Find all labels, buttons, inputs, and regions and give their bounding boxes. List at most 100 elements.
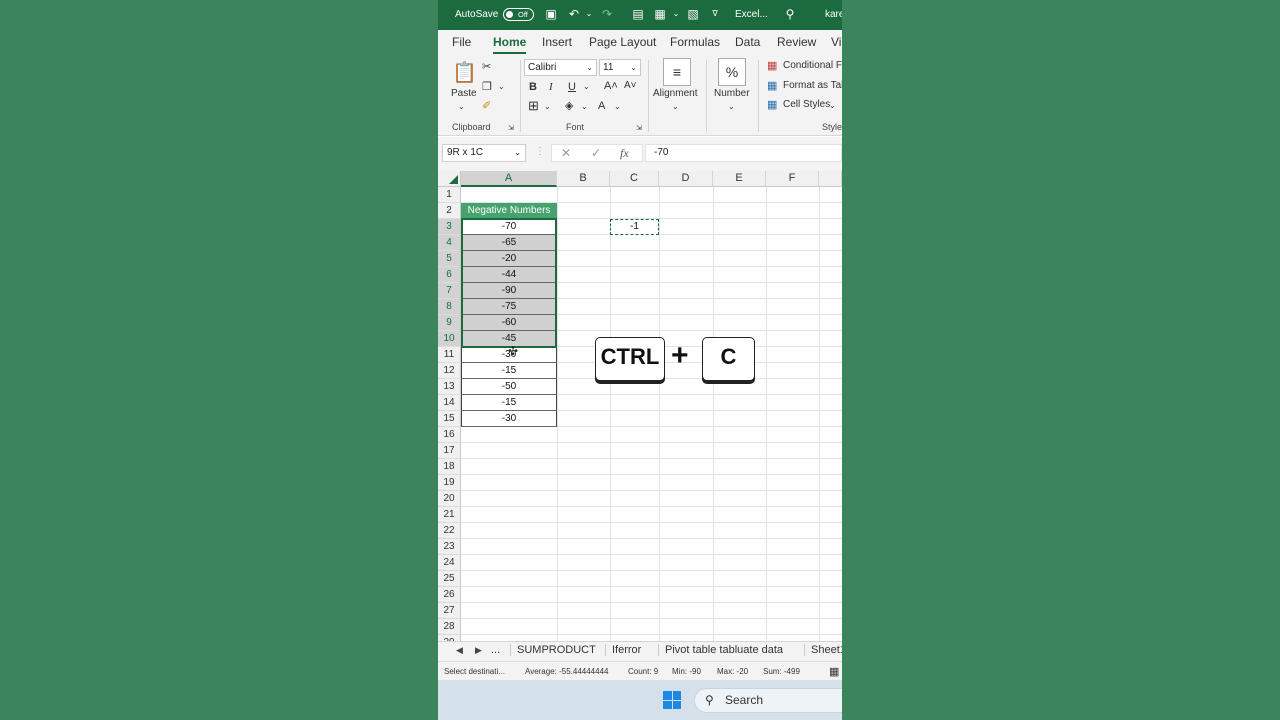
- user-name[interactable]: kare: [825, 9, 842, 20]
- alignment-icon[interactable]: ≡: [663, 58, 691, 86]
- fill-color-dropdown-icon[interactable]: ⌄: [581, 100, 588, 114]
- table-cell[interactable]: -30: [461, 411, 557, 427]
- borders-dropdown-icon[interactable]: ⌄: [544, 100, 551, 114]
- italic-button[interactable]: I: [549, 80, 553, 94]
- row-header[interactable]: 11: [438, 347, 461, 363]
- underline-button[interactable]: U: [568, 80, 576, 94]
- row-header[interactable]: 12: [438, 363, 461, 379]
- tab-review[interactable]: Review: [777, 35, 816, 49]
- font-size-select[interactable]: 11 ⌄: [599, 59, 641, 76]
- row-header[interactable]: 9: [438, 315, 461, 331]
- format-as-table-button[interactable]: Format as Tab: [783, 80, 842, 91]
- row-header[interactable]: 8: [438, 299, 461, 315]
- prev-sheet-icon[interactable]: ◀: [456, 645, 463, 656]
- column-header-c[interactable]: C: [610, 171, 659, 187]
- enter-icon[interactable]: ✓: [591, 146, 601, 160]
- chart-dropdown-icon[interactable]: ⌄: [669, 7, 683, 21]
- row-header[interactable]: 17: [438, 443, 461, 459]
- cancel-icon[interactable]: ✕: [561, 146, 571, 160]
- underline-dropdown-icon[interactable]: ⌄: [583, 80, 590, 94]
- sheet-tab-sumproduct[interactable]: SUMPRODUCT: [510, 644, 602, 656]
- font-name-select[interactable]: Calibri ⌄: [524, 59, 597, 76]
- row-header[interactable]: 18: [438, 459, 461, 475]
- more-options-icon[interactable]: ⋮: [535, 146, 545, 157]
- row-header[interactable]: 3: [438, 219, 461, 235]
- cell-styles-icon[interactable]: ▦: [767, 98, 777, 112]
- conditional-formatting-icon[interactable]: ▦: [767, 59, 777, 73]
- row-header[interactable]: 22: [438, 523, 461, 539]
- table-cell[interactable]: -70: [461, 219, 557, 235]
- number-button[interactable]: Number: [714, 88, 750, 99]
- clipboard-launcher-icon[interactable]: ⇲: [508, 122, 514, 136]
- paste-icon[interactable]: 📋: [452, 60, 477, 86]
- copy-icon[interactable]: ❐: [482, 80, 492, 94]
- format-painter-icon[interactable]: ✐: [482, 99, 491, 113]
- sheet-tab-iferror[interactable]: Iferror: [605, 644, 647, 656]
- increase-font-icon[interactable]: A˄: [604, 79, 618, 93]
- font-launcher-icon[interactable]: ⇲: [636, 122, 642, 136]
- conditional-formatting-button[interactable]: Conditional F: [783, 60, 842, 71]
- row-header[interactable]: 26: [438, 587, 461, 603]
- tab-insert[interactable]: Insert: [542, 35, 572, 49]
- row-header[interactable]: 10: [438, 331, 461, 347]
- copy-dropdown-icon[interactable]: ⌄: [498, 80, 505, 94]
- customize-toolbar-icon[interactable]: ∇: [708, 7, 722, 21]
- cell-styles-button[interactable]: Cell Styles: [783, 99, 830, 110]
- row-header[interactable]: 27: [438, 603, 461, 619]
- row-header[interactable]: 13: [438, 379, 461, 395]
- select-all-corner[interactable]: [438, 171, 461, 187]
- column-header-d[interactable]: D: [659, 171, 713, 187]
- column-header-f[interactable]: F: [766, 171, 819, 187]
- spreadsheet-grid[interactable]: A B C D E F 1 2 3 4 5 6 7 8 9 10 11 12 13 14 15 16 17 18 1…: [438, 171, 842, 641]
- undo-dropdown-icon[interactable]: ⌄: [582, 7, 596, 21]
- tab-view[interactable]: Vi: [831, 35, 841, 49]
- bold-button[interactable]: B: [529, 80, 537, 94]
- row-header[interactable]: 1: [438, 187, 461, 203]
- row-header[interactable]: 24: [438, 555, 461, 571]
- tab-home[interactable]: Home: [493, 35, 527, 54]
- tab-formulas[interactable]: Formulas: [670, 35, 720, 49]
- normal-view-icon[interactable]: ▦: [829, 665, 839, 678]
- row-header[interactable]: 25: [438, 571, 461, 587]
- table-cell[interactable]: -20: [461, 251, 557, 267]
- tab-data[interactable]: Data: [735, 35, 760, 49]
- table-cell[interactable]: -65: [461, 235, 557, 251]
- windows-start-icon[interactable]: [663, 691, 681, 709]
- sheet-tab-sheet1[interactable]: Sheet1: [804, 644, 842, 656]
- chart-icon[interactable]: ▦: [653, 7, 667, 21]
- alignment-dropdown-icon[interactable]: ⌄: [672, 100, 679, 114]
- taskbar-search[interactable]: ⚲ Search: [694, 688, 842, 713]
- table-cell[interactable]: -60: [461, 315, 557, 331]
- percent-icon[interactable]: %: [718, 58, 746, 86]
- picture-icon[interactable]: ▧: [686, 7, 700, 21]
- save-icon[interactable]: ▣: [544, 7, 558, 21]
- table-cell[interactable]: -15: [461, 363, 557, 379]
- row-header[interactable]: 16: [438, 427, 461, 443]
- row-header[interactable]: 28: [438, 619, 461, 635]
- next-sheet-icon[interactable]: ▶: [475, 645, 482, 656]
- sheet-tab-more[interactable]: ...: [485, 644, 506, 656]
- row-header[interactable]: 14: [438, 395, 461, 411]
- alignment-button[interactable]: Alignment: [653, 88, 697, 99]
- form-icon[interactable]: ▤: [631, 7, 645, 21]
- search-icon[interactable]: ⚲: [783, 7, 797, 21]
- column-header-a[interactable]: A: [461, 171, 557, 187]
- row-header[interactable]: 6: [438, 267, 461, 283]
- undo-icon[interactable]: ↶: [567, 7, 581, 21]
- autosave-toggle[interactable]: Off: [503, 8, 534, 21]
- font-color-dropdown-icon[interactable]: ⌄: [614, 100, 621, 114]
- cell-styles-dropdown-icon[interactable]: ⌄: [829, 99, 836, 113]
- row-header[interactable]: 21: [438, 507, 461, 523]
- row-header[interactable]: 19: [438, 475, 461, 491]
- cut-icon[interactable]: ✂: [482, 60, 491, 74]
- table-header-cell[interactable]: Negative Numbers: [461, 203, 557, 219]
- row-header[interactable]: 7: [438, 283, 461, 299]
- row-header[interactable]: 20: [438, 491, 461, 507]
- name-box[interactable]: 9R x 1C ⌄: [442, 144, 526, 162]
- column-header-g[interactable]: [819, 171, 842, 187]
- row-header[interactable]: 4: [438, 235, 461, 251]
- row-header[interactable]: 2: [438, 203, 461, 219]
- table-cell[interactable]: -50: [461, 379, 557, 395]
- column-header-b[interactable]: B: [557, 171, 610, 187]
- copied-cell-c3[interactable]: -1: [610, 219, 659, 235]
